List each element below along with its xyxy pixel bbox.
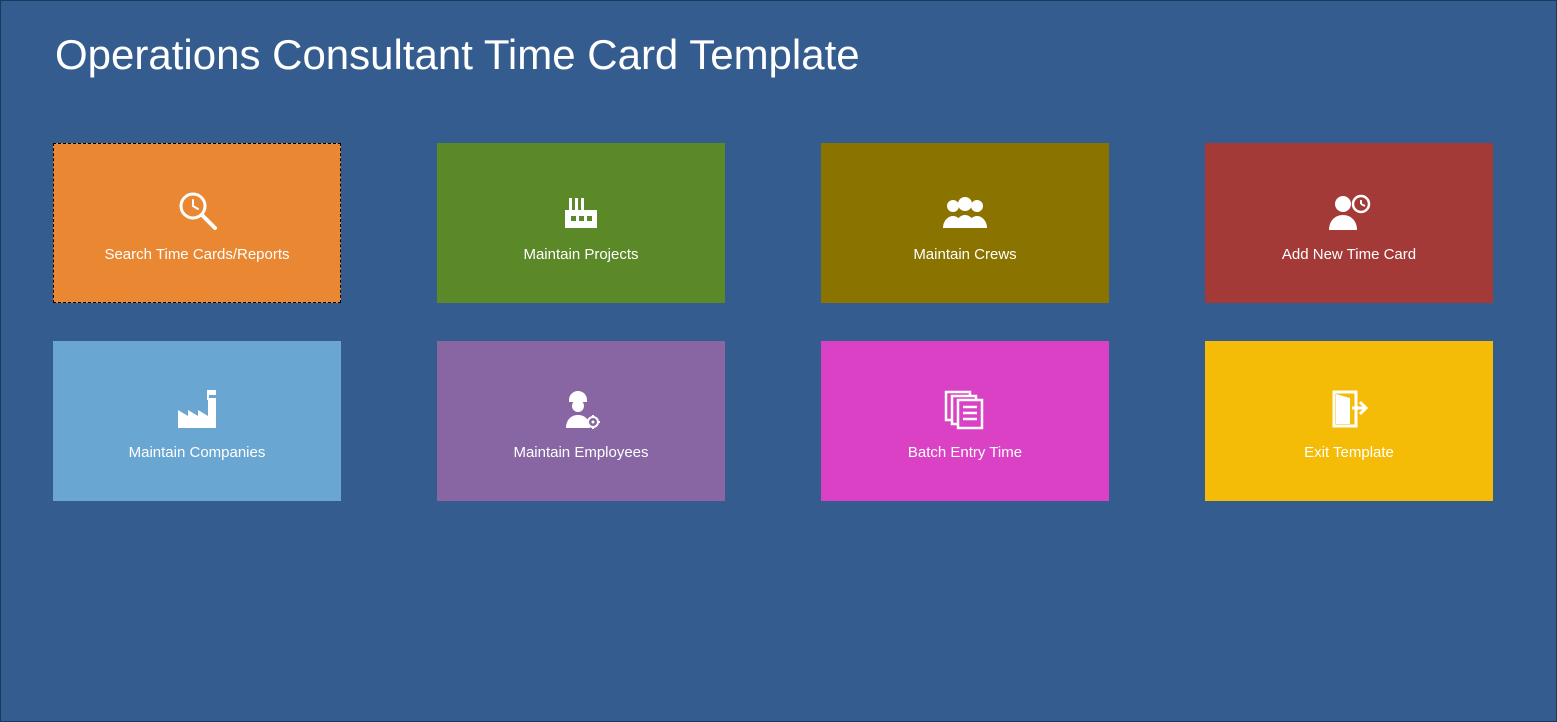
tile-grid: Search Time Cards/Reports Maintain Proje…	[53, 143, 1493, 501]
factory-icon	[559, 184, 603, 232]
tile-label: Exit Template	[1304, 444, 1394, 461]
tile-maintain-companies[interactable]: Maintain Companies	[53, 341, 341, 501]
tile-batch-entry-time[interactable]: Batch Entry Time	[821, 341, 1109, 501]
tile-maintain-crews[interactable]: Maintain Crews	[821, 143, 1109, 303]
crew-icon	[939, 184, 991, 232]
person-clock-icon	[1325, 184, 1373, 232]
tile-exit-template[interactable]: Exit Template	[1205, 341, 1493, 501]
tile-label: Maintain Projects	[523, 246, 638, 263]
tile-label: Search Time Cards/Reports	[104, 246, 289, 263]
tile-label: Add New Time Card	[1282, 246, 1416, 263]
worker-gear-icon	[559, 382, 603, 430]
factory-flag-icon	[172, 382, 222, 430]
tile-label: Maintain Companies	[129, 444, 266, 461]
tile-label: Maintain Crews	[913, 246, 1016, 263]
tile-add-new-time-card[interactable]: Add New Time Card	[1205, 143, 1493, 303]
tile-maintain-employees[interactable]: Maintain Employees	[437, 341, 725, 501]
exit-icon	[1328, 382, 1370, 430]
tile-label: Maintain Employees	[513, 444, 648, 461]
tile-maintain-projects[interactable]: Maintain Projects	[437, 143, 725, 303]
tile-label: Batch Entry Time	[908, 444, 1022, 461]
search-clock-icon	[175, 184, 219, 232]
tile-search-time-cards[interactable]: Search Time Cards/Reports	[53, 143, 341, 303]
page-title: Operations Consultant Time Card Template	[55, 31, 860, 79]
documents-icon	[942, 382, 988, 430]
